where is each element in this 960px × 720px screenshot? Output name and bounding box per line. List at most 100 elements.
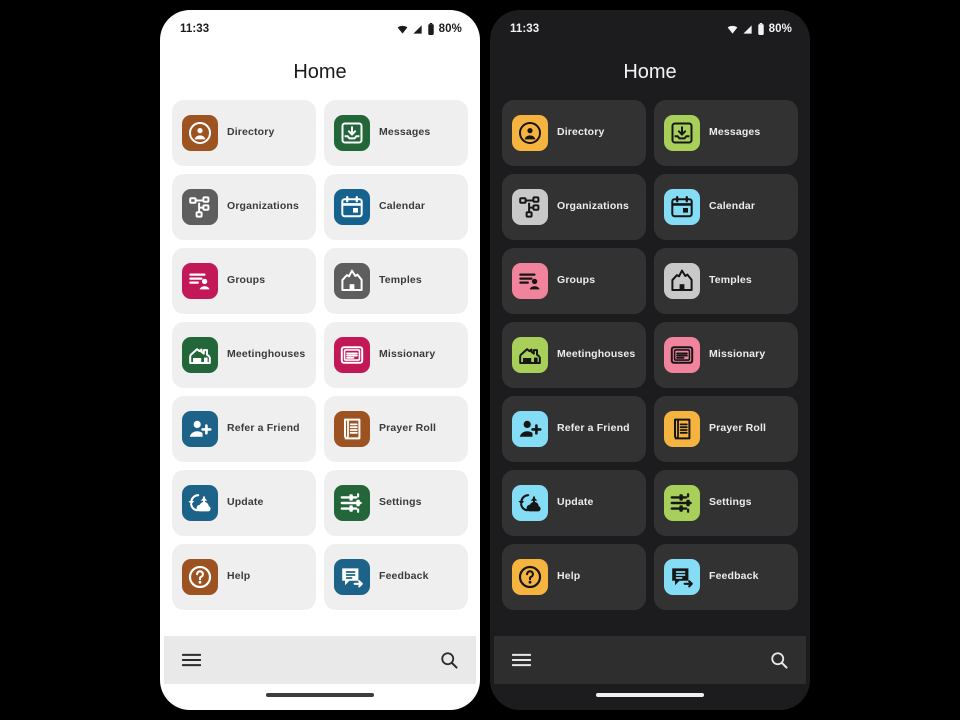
- org-chart-icon: [182, 189, 218, 225]
- search-icon[interactable]: [770, 651, 788, 669]
- contact-list-icon: [512, 263, 548, 299]
- grid-tile-label: Missionary: [709, 348, 766, 361]
- grid-tile-temples[interactable]: Temples: [654, 248, 798, 314]
- grid-tile-temples[interactable]: Temples: [324, 248, 468, 314]
- grid-tile-label: Prayer Roll: [379, 422, 437, 435]
- feedback-icon: [664, 559, 700, 595]
- question-circle-icon: [182, 559, 218, 595]
- grid-tile-label: Update: [227, 496, 264, 509]
- calendar-icon: [664, 189, 700, 225]
- grid-tile-calendar[interactable]: Calendar: [654, 174, 798, 240]
- gesture-bar-area: [164, 684, 476, 706]
- grid-tile-label: Prayer Roll: [709, 422, 767, 435]
- inbox-download-icon: [334, 115, 370, 151]
- status-bar-time: 11:33: [510, 23, 540, 35]
- grid-tile-directory[interactable]: Directory: [172, 100, 316, 166]
- page-title: Home: [164, 44, 476, 100]
- grid-tile-help[interactable]: Help: [172, 544, 316, 610]
- phone-light-theme: 11:33 80% Home Directory Messages Organi…: [160, 10, 480, 710]
- phone-dark-theme: 11:33 80% Home Directory Messages Organi…: [490, 10, 810, 710]
- grid-tile-label: Settings: [379, 496, 422, 509]
- grid-tile-missionary[interactable]: Missionary: [324, 322, 468, 388]
- temple-icon: [334, 263, 370, 299]
- person-add-icon: [512, 411, 548, 447]
- grid-tile-missionary[interactable]: Missionary: [654, 322, 798, 388]
- battery-icon: [427, 23, 435, 35]
- grid-tile-organizations[interactable]: Organizations: [172, 174, 316, 240]
- grid-tile-label: Temples: [709, 274, 752, 287]
- app-grid: Directory Messages Organizations Calendar Gr…: [172, 100, 468, 610]
- hamburger-menu-icon[interactable]: [182, 653, 201, 667]
- grid-tile-groups[interactable]: Groups: [502, 248, 646, 314]
- status-bar-icons: 80%: [726, 23, 792, 35]
- home-gesture-bar[interactable]: [596, 693, 704, 697]
- screen-dark: 11:33 80% Home Directory Messages Organi…: [494, 14, 806, 706]
- meetinghouse-icon: [182, 337, 218, 373]
- battery-icon: [757, 23, 765, 35]
- grid-tile-label: Directory: [557, 126, 605, 139]
- grid-tile-prayer-roll[interactable]: Prayer Roll: [324, 396, 468, 462]
- grid-tile-label: Meetinghouses: [227, 348, 306, 361]
- grid-tile-update[interactable]: Update: [502, 470, 646, 536]
- grid-tile-directory[interactable]: Directory: [502, 100, 646, 166]
- grid-tile-label: Meetinghouses: [557, 348, 636, 361]
- signal-icon: [742, 24, 754, 35]
- message-card-icon: [334, 337, 370, 373]
- grid-tile-groups[interactable]: Groups: [172, 248, 316, 314]
- grid-tile-label: Organizations: [557, 200, 629, 213]
- meetinghouse-icon: [512, 337, 548, 373]
- search-icon[interactable]: [440, 651, 458, 669]
- grid-tile-label: Groups: [557, 274, 596, 287]
- screenshot-stage: 11:33 80% Home Directory Messages Organi…: [0, 0, 960, 720]
- grid-tile-prayer-roll[interactable]: Prayer Roll: [654, 396, 798, 462]
- grid-tile-refer-a-friend[interactable]: Refer a Friend: [172, 396, 316, 462]
- grid-tile-calendar[interactable]: Calendar: [324, 174, 468, 240]
- app-grid: Directory Messages Organizations Calendar Gr…: [502, 100, 798, 610]
- grid-tile-feedback[interactable]: Feedback: [654, 544, 798, 610]
- grid-tile-settings[interactable]: Settings: [324, 470, 468, 536]
- inbox-download-icon: [664, 115, 700, 151]
- grid-tile-feedback[interactable]: Feedback: [324, 544, 468, 610]
- home-gesture-bar[interactable]: [266, 693, 374, 697]
- grid-tile-label: Help: [227, 570, 251, 583]
- grid-tile-label: Missionary: [379, 348, 436, 361]
- status-bar-time: 11:33: [180, 23, 210, 35]
- grid-tile-label: Help: [557, 570, 581, 583]
- bottom-navigation-bar: [164, 636, 476, 684]
- sliders-icon: [334, 485, 370, 521]
- grid-tile-refer-a-friend[interactable]: Refer a Friend: [502, 396, 646, 462]
- grid-tile-organizations[interactable]: Organizations: [502, 174, 646, 240]
- person-circle-icon: [182, 115, 218, 151]
- grid-tile-label: Settings: [709, 496, 752, 509]
- grid-tile-help[interactable]: Help: [502, 544, 646, 610]
- grid-tile-label: Refer a Friend: [557, 422, 630, 435]
- grid-tile-messages[interactable]: Messages: [324, 100, 468, 166]
- grid-tile-label: Refer a Friend: [227, 422, 300, 435]
- person-add-icon: [182, 411, 218, 447]
- hamburger-menu-icon[interactable]: [512, 653, 531, 667]
- prayer-scroll-icon: [334, 411, 370, 447]
- grid-tile-label: Groups: [227, 274, 266, 287]
- contact-list-icon: [182, 263, 218, 299]
- calendar-icon: [334, 189, 370, 225]
- status-bar: 11:33 80%: [164, 14, 476, 44]
- sliders-icon: [664, 485, 700, 521]
- battery-percent: 80%: [438, 23, 462, 35]
- grid-tile-meetinghouses[interactable]: Meetinghouses: [502, 322, 646, 388]
- status-bar-icons: 80%: [396, 23, 462, 35]
- message-card-icon: [664, 337, 700, 373]
- grid-tile-update[interactable]: Update: [172, 470, 316, 536]
- wifi-icon: [726, 24, 739, 35]
- feedback-icon: [334, 559, 370, 595]
- status-bar: 11:33 80%: [494, 14, 806, 44]
- grid-tile-meetinghouses[interactable]: Meetinghouses: [172, 322, 316, 388]
- app-grid-scroll-area[interactable]: Directory Messages Organizations Calendar Gr…: [494, 100, 806, 636]
- grid-tile-messages[interactable]: Messages: [654, 100, 798, 166]
- grid-tile-label: Organizations: [227, 200, 299, 213]
- grid-tile-settings[interactable]: Settings: [654, 470, 798, 536]
- person-circle-icon: [512, 115, 548, 151]
- grid-tile-label: Temples: [379, 274, 422, 287]
- org-chart-icon: [512, 189, 548, 225]
- app-grid-scroll-area[interactable]: Directory Messages Organizations Calendar Gr…: [164, 100, 476, 636]
- screen-light: 11:33 80% Home Directory Messages Organi…: [164, 14, 476, 706]
